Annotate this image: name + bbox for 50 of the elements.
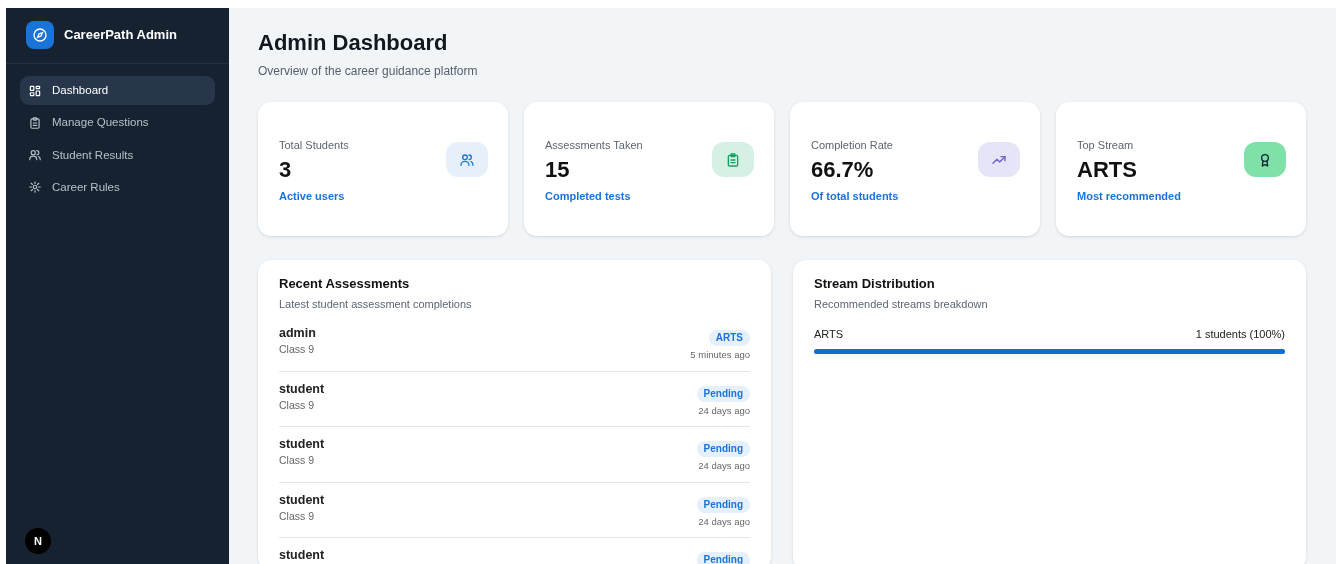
class-label: Class 9	[279, 398, 315, 412]
time-ago: 24 days ago	[697, 460, 750, 472]
stream-badge: Pending	[696, 496, 750, 513]
stat-label: Completion Rate	[811, 138, 894, 154]
users-icon	[28, 148, 42, 163]
card-title: Stream Distribution	[814, 275, 936, 294]
gear-icon	[28, 180, 42, 195]
stat-value: 3	[279, 155, 293, 184]
stat-note: Completed tests	[545, 189, 632, 205]
clipboard-icon	[725, 151, 741, 168]
sidebar-nav-item[interactable]: Manage Questions	[20, 108, 215, 138]
stream-name: ARTS	[814, 327, 844, 343]
class-label: Class 9	[279, 509, 315, 523]
app-title: CareerPath Admin	[64, 26, 177, 45]
card-title: Recent Assessments	[279, 275, 411, 294]
student-name: student	[279, 381, 325, 397]
clipboard-icon	[28, 115, 42, 130]
student-name: student	[279, 492, 325, 508]
stat-value: 15	[545, 155, 571, 184]
student-name: student	[279, 547, 325, 563]
page-subtitle: Overview of the career guidance platform	[258, 63, 479, 81]
stat-value: ARTS	[1077, 155, 1138, 184]
sidebar-nav-item[interactable]: Career Rules	[20, 172, 215, 202]
stream-badge: Pending	[696, 385, 750, 402]
users-icon	[459, 151, 475, 168]
stat-label: Total Students	[279, 138, 349, 154]
stat-label: Top Stream	[1077, 138, 1135, 154]
avatar-badge[interactable]: N	[25, 528, 51, 554]
time-ago: 24 days ago	[697, 404, 750, 417]
stat-value: 66.7%	[811, 155, 875, 184]
class-label: Class 9	[279, 343, 315, 356]
time-ago: 5 minutes ago	[690, 349, 750, 361]
sidebar-nav-item[interactable]: Dashboard	[20, 76, 215, 106]
page-title: Admin Dashboard	[258, 30, 449, 57]
compass-icon	[26, 21, 54, 49]
stream-badge: ARTS	[708, 330, 750, 347]
stat-note: Of total students	[811, 189, 899, 205]
stat-note: Active users	[279, 189, 346, 205]
class-label: Class 9	[279, 454, 315, 467]
sidebar-nav-item[interactable]: Student Results	[20, 140, 215, 170]
stat-note: Most recommended	[1077, 189, 1181, 205]
stream-badge: Pending	[696, 441, 750, 458]
time-ago: 24 days ago	[697, 515, 750, 527]
card-subtitle: Recommended streams breakdown	[814, 296, 989, 312]
student-name: admin	[279, 326, 316, 342]
stream-count: 1 students (100%)	[1195, 327, 1285, 343]
card-subtitle: Latest student assessment completions	[279, 296, 473, 312]
student-name: student	[279, 437, 325, 453]
stat-label: Assessments Taken	[545, 138, 643, 154]
grid-icon	[28, 83, 42, 98]
